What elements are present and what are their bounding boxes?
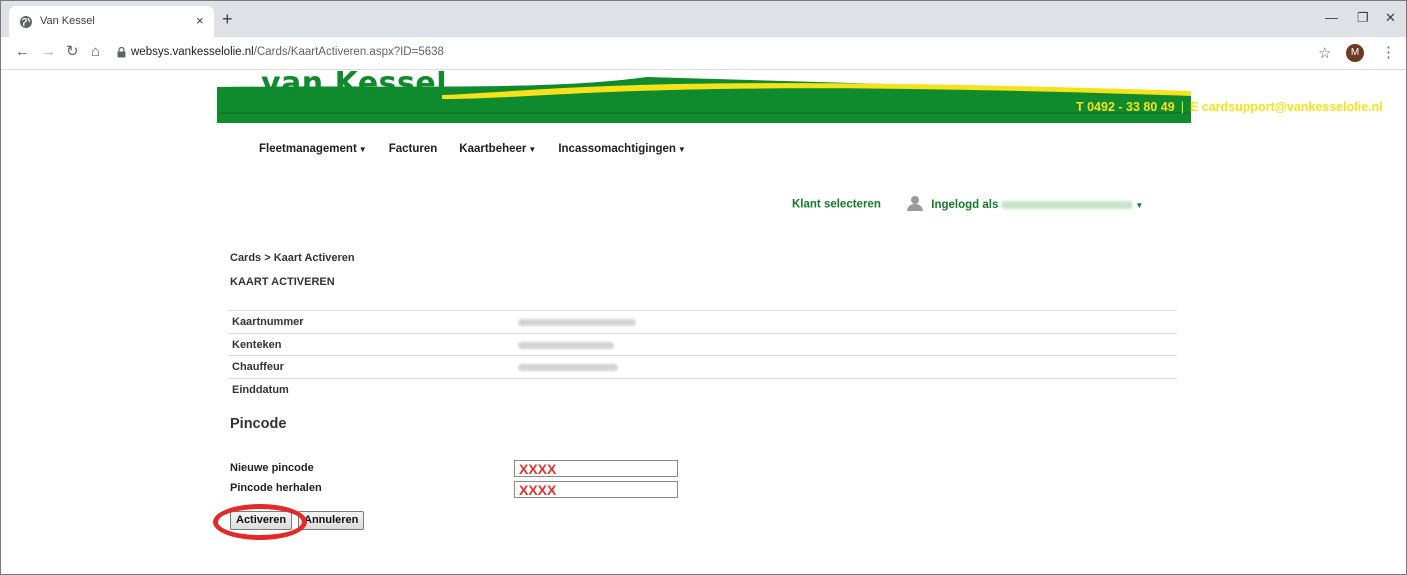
nav-item-fleetmanagement[interactable]: Fleetmanagement ▼: [259, 143, 367, 155]
tab-title: Van Kessel: [40, 15, 95, 27]
logged-in-menu[interactable]: Ingelogd als ▼: [931, 199, 1143, 211]
contact-info: T 0492 - 33 80 49 | E cardsupport@vankesse…: [1076, 100, 1383, 114]
url-host: websys.vankesselolie.nl: [131, 46, 254, 58]
browser-tab[interactable]: Van Kessel ×: [9, 6, 214, 37]
profile-avatar[interactable]: M: [1346, 44, 1364, 62]
redacted-value: [518, 341, 614, 349]
repeat-pin-input[interactable]: [514, 481, 678, 498]
back-icon[interactable]: ←: [15, 44, 30, 60]
kebab-menu-icon[interactable]: ⋮: [1381, 43, 1396, 61]
restore-icon[interactable]: ❐: [1357, 10, 1369, 26]
nav-item-label: Fleetmanagement: [259, 143, 357, 155]
url-path: /Cards/KaartActiveren.aspx?ID=5638: [253, 46, 444, 58]
van-kessel-logo[interactable]: van Kessel: [217, 71, 1191, 123]
repeat-pin-label: Pincode herhalen: [230, 482, 322, 494]
globe-icon: [20, 16, 32, 28]
row-label: Kenteken: [232, 338, 282, 351]
reload-icon[interactable]: ↻: [66, 44, 79, 60]
close-window-icon[interactable]: ✕: [1385, 10, 1396, 26]
row-label: Kaartnummer: [232, 316, 304, 328]
tab-strip: Van Kessel × + — ❐ ✕: [1, 1, 1406, 37]
main-navigation: Fleetmanagement ▼ Facturen Kaartbeheer ▼ Inca…: [259, 143, 708, 155]
redacted-value: [518, 319, 636, 326]
page-title: KAART ACTIVEREN: [230, 276, 335, 288]
phone-number: T 0492 - 33 80 49: [1076, 100, 1175, 114]
site-banner: van Kessel T 0492 - 33 80 49 | E cardsuppo…: [217, 71, 1383, 123]
browser-toolbar: ← → ↻ ⌂ websys.vankesselolie.nl/Cards/Ka…: [1, 37, 1406, 70]
row-label: Chauffeur: [232, 361, 284, 373]
minimize-icon[interactable]: —: [1325, 10, 1338, 25]
user-icon: [907, 196, 924, 211]
page-content: van Kessel T 0492 - 33 80 49 | E cardsuppo…: [1, 71, 1406, 574]
tab-close-icon[interactable]: ×: [196, 13, 204, 28]
nav-item-facturen[interactable]: Facturen: [389, 143, 438, 155]
lock-icon[interactable]: [117, 47, 126, 58]
browser-window: Van Kessel × + — ❐ ✕ ← → ↻ ⌂ websys.vank…: [0, 0, 1407, 575]
logged-in-label: Ingelogd als: [931, 198, 999, 211]
caret-down-icon: ▼: [528, 145, 537, 154]
table-row: Kaartnummer: [228, 310, 1177, 333]
table-row: Chauffeur: [228, 355, 1177, 378]
activate-button[interactable]: Activeren: [230, 511, 293, 530]
nav-item-label: Facturen: [388, 143, 438, 155]
nav-item-label: Kaartbeheer: [459, 143, 527, 155]
contact-separator: |: [1180, 100, 1184, 114]
table-row: Einddatum: [228, 377, 1177, 401]
cancel-button[interactable]: Annuleren: [298, 511, 365, 530]
row-label: Einddatum: [232, 383, 289, 396]
nav-item-kaartbeheer[interactable]: Kaartbeheer ▼: [459, 143, 536, 155]
select-client-link[interactable]: Klant selecteren: [792, 199, 881, 211]
star-icon[interactable]: ☆: [1318, 44, 1331, 62]
logo-text: van Kessel: [261, 71, 447, 101]
address-bar[interactable]: websys.vankesselolie.nl/Cards/KaartActiv…: [131, 46, 444, 58]
caret-down-icon: ▼: [1135, 200, 1144, 210]
new-tab-button[interactable]: +: [222, 10, 233, 28]
new-pin-input[interactable]: [514, 460, 678, 477]
nav-item-incassomachtigingen[interactable]: Incassomachtigingen ▼: [558, 143, 686, 155]
pincode-section-title: Pincode: [230, 416, 287, 432]
home-icon[interactable]: ⌂: [91, 44, 100, 60]
caret-down-icon: ▼: [358, 145, 367, 154]
forward-icon[interactable]: →: [41, 44, 56, 60]
caret-down-icon: ▼: [677, 145, 686, 154]
redacted-username: [1001, 200, 1134, 209]
card-details-table: Kaartnummer Kenteken Chauffeur Einddatum: [228, 310, 1177, 400]
new-pin-label: Nieuwe pincode: [230, 462, 314, 474]
user-bar: Klant selecteren Ingelogd als ▼: [792, 196, 1143, 211]
breadcrumb: Cards > Kaart Activeren: [230, 252, 355, 264]
redacted-value: [518, 364, 618, 371]
support-email[interactable]: E cardsupport@vankesselolie.nl: [1190, 100, 1383, 114]
table-row: Kenteken: [228, 332, 1177, 356]
nav-item-label: Incassomachtigingen: [558, 143, 676, 155]
